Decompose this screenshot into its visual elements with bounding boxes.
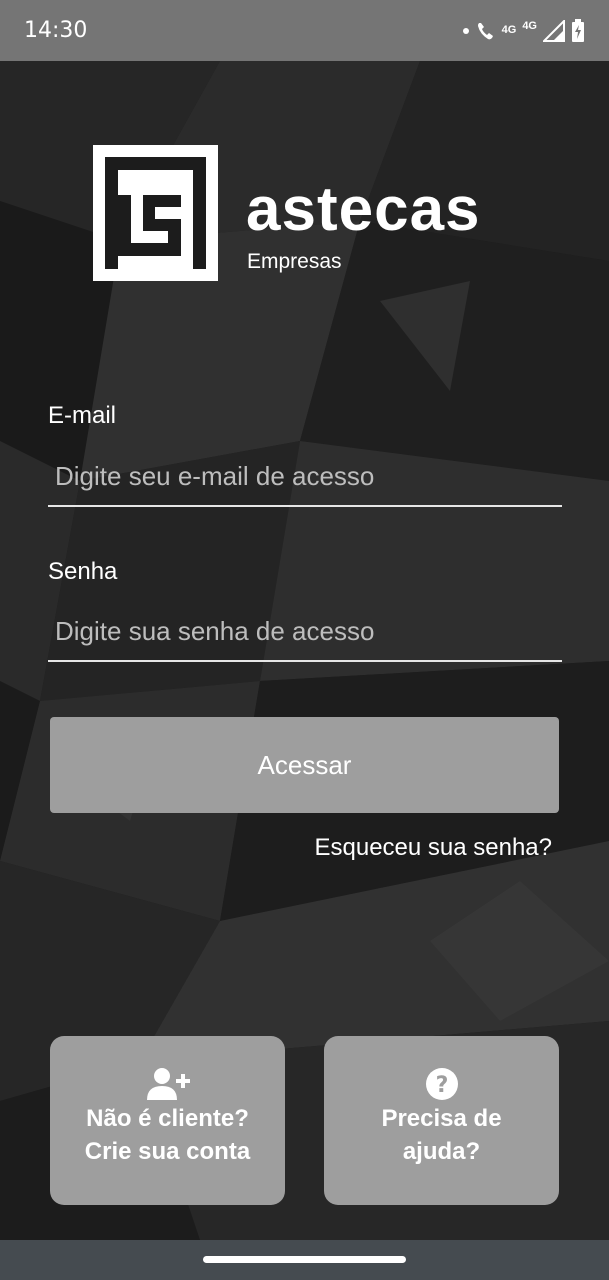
login-screen: astecas Empresas E-mail Senha Acessar Es… <box>0 61 609 1240</box>
status-icons: 4G 4G <box>462 18 585 43</box>
brand-logo: astecas Empresas <box>93 145 533 285</box>
network-label-2: 4G <box>522 20 537 32</box>
password-label: Senha <box>48 558 118 585</box>
password-field[interactable] <box>48 602 562 662</box>
signup-line-2: Crie sua conta <box>84 1138 251 1165</box>
dot-icon <box>462 27 469 34</box>
help-line-2: ajuda? <box>402 1138 481 1165</box>
forgot-password-link[interactable]: Esqueceu sua senha? <box>314 834 552 862</box>
logo-mark-icon <box>93 145 218 281</box>
svg-text:?: ? <box>435 1073 448 1098</box>
email-label: E-mail <box>48 402 117 429</box>
add-user-icon <box>146 1066 190 1102</box>
help-line-1: Precisa de <box>381 1105 502 1132</box>
login-button[interactable]: Acessar <box>50 717 559 813</box>
status-bar: 14:30 4G 4G <box>0 0 609 61</box>
email-field[interactable] <box>48 447 562 507</box>
home-gesture-handle[interactable] <box>203 1256 406 1263</box>
navigation-bar <box>0 1240 609 1280</box>
signup-button[interactable]: Não é cliente? Crie sua conta <box>50 1036 285 1205</box>
wifi-call-icon <box>477 22 493 39</box>
network-label: 4G <box>501 24 517 36</box>
help-circle-icon: ? <box>425 1066 459 1102</box>
brand-name: astecas <box>246 175 481 244</box>
help-button[interactable]: ? Precisa de ajuda? <box>324 1036 559 1205</box>
login-button-label: Acessar <box>257 749 352 780</box>
signal-icon <box>543 19 565 42</box>
battery-charging-icon <box>572 18 584 42</box>
brand-subtitle: Empresas <box>247 250 342 273</box>
status-time: 14:30 <box>24 18 88 43</box>
signup-line-1: Não é cliente? <box>86 1105 249 1132</box>
